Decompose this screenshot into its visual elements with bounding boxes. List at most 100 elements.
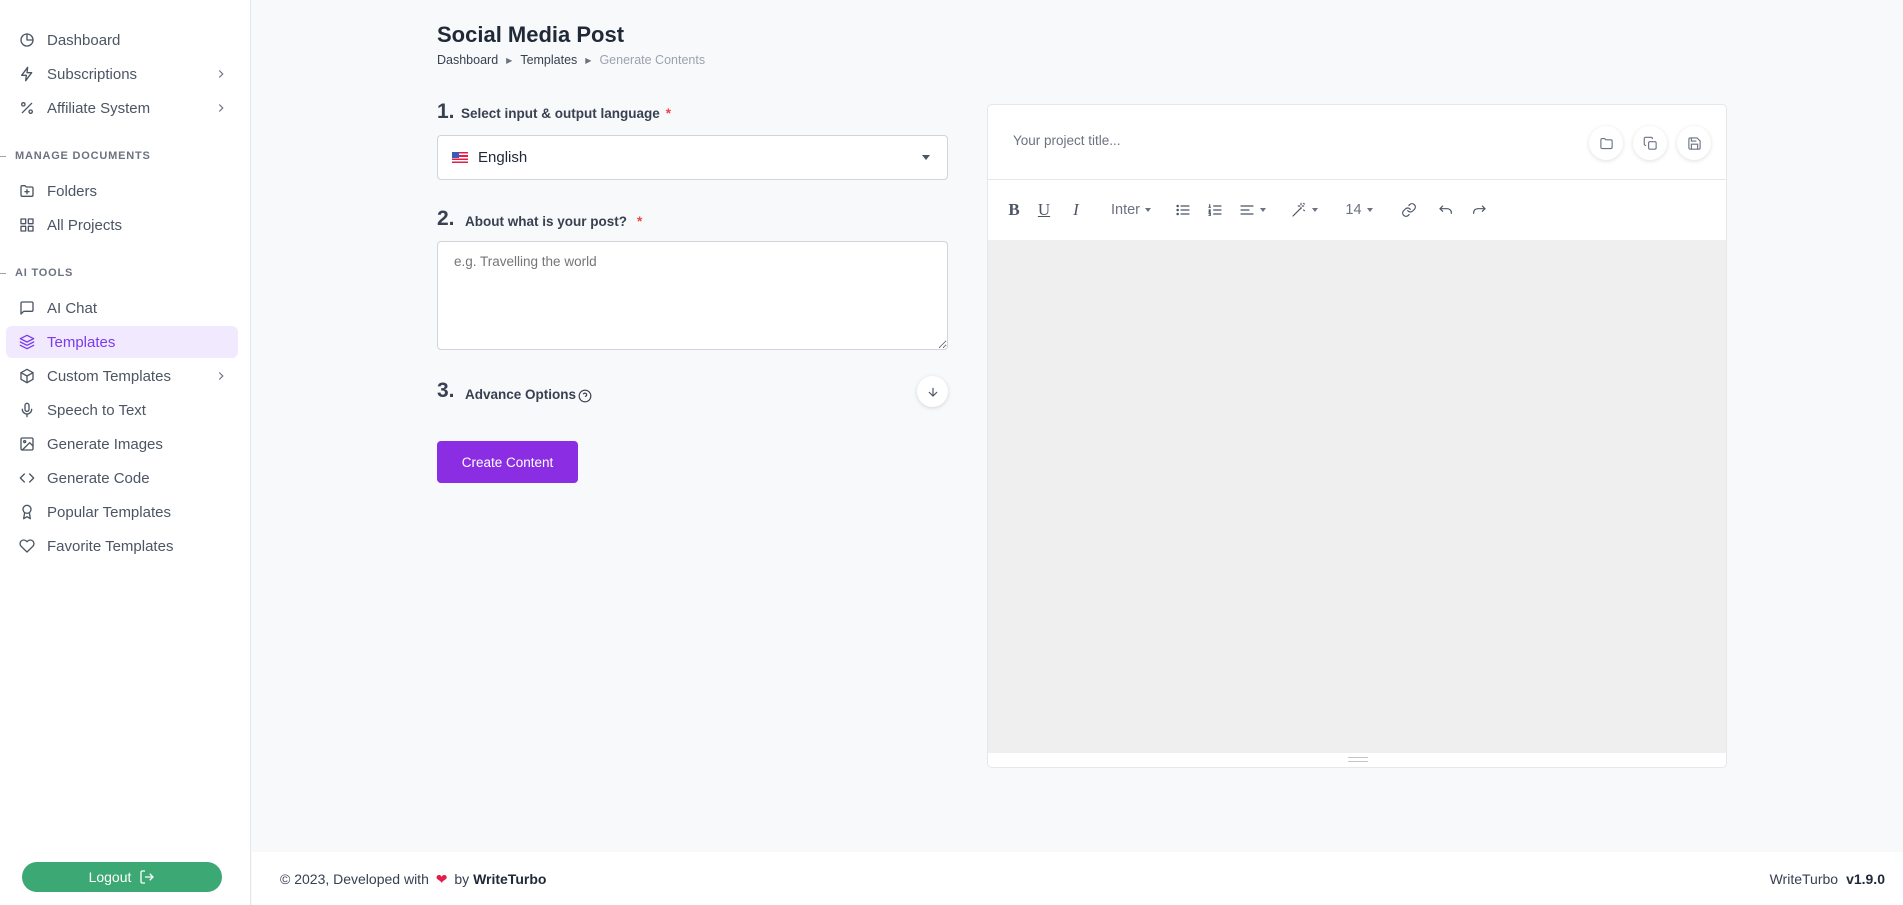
folder-plus-icon [18, 183, 35, 200]
required-marker: * [665, 106, 672, 121]
sidebar-item-label: Folders [47, 182, 98, 200]
copy-icon [1643, 136, 1657, 150]
sidebar-item-dashboard[interactable]: Dashboard [6, 24, 238, 56]
copy-button[interactable] [1633, 126, 1667, 160]
sidebar-item-label: Dashboard [47, 31, 121, 49]
font-size-dropdown[interactable]: 14 [1344, 200, 1374, 220]
sidebar-item-folders[interactable]: Folders [6, 175, 238, 207]
chart-pie-icon [18, 32, 35, 49]
sidebar-item-label: Templates [47, 333, 116, 351]
sidebar-item-label: Popular Templates [47, 503, 171, 521]
sidebar-item-label: Favorite Templates [47, 537, 174, 555]
caret-right-icon: ▶ [585, 55, 592, 65]
chevron-right-icon [214, 101, 228, 115]
breadcrumb-item-templates[interactable]: Templates [520, 53, 577, 67]
heart-icon: ❤ [435, 871, 448, 887]
logout-button[interactable]: Logout [22, 862, 222, 892]
footer-copyright: © 2023, Developed with ❤ by WriteTurbo [280, 871, 546, 888]
underline-button[interactable]: U [1036, 200, 1052, 220]
step-1-label: Select input & output language * [461, 106, 671, 121]
sidebar-item-affiliate-system[interactable]: Affiliate System [6, 92, 238, 124]
sidebar-item-label: Speech to Text [47, 401, 146, 419]
link-icon [1402, 203, 1416, 217]
logout-icon [140, 870, 155, 884]
post-topic-textarea[interactable] [437, 241, 948, 350]
editor-content-area[interactable] [988, 240, 1726, 753]
brand-link[interactable]: WriteTurbo [473, 871, 546, 887]
link-button[interactable] [1400, 200, 1418, 220]
chat-icon [18, 300, 35, 317]
step-2-label: About what is your post? * [465, 214, 642, 229]
sidebar-item-ai-chat[interactable]: AI Chat [6, 292, 238, 324]
advanced-options-toggle[interactable] [917, 376, 948, 407]
font-size-value: 14 [1345, 202, 1362, 218]
mic-icon [18, 402, 35, 419]
redo-icon [1473, 205, 1486, 214]
sidebar-item-generate-code[interactable]: Generate Code [6, 462, 238, 494]
font-family-dropdown[interactable]: Inter [1106, 200, 1156, 220]
heart-icon [18, 538, 35, 555]
save-button[interactable] [1677, 126, 1711, 160]
align-left-icon [1239, 205, 1254, 215]
create-content-button[interactable]: Create Content [437, 441, 578, 483]
content-editor: Your project title... B U I Inter 14 [987, 104, 1727, 768]
sidebar-item-popular-templates[interactable]: Popular Templates [6, 496, 238, 528]
step-3-number: 3. [437, 379, 455, 402]
undo-button[interactable] [1437, 200, 1455, 220]
folder-button[interactable] [1589, 126, 1623, 160]
save-icon [1687, 136, 1701, 150]
section-label-manage-documents: MANAGE DOCUMENTS [15, 150, 151, 162]
redo-button[interactable] [1470, 200, 1488, 220]
footer-version: WriteTurbo v1.9.0 [1770, 871, 1885, 887]
step-3-label: Advance Options [465, 387, 577, 402]
resize-handle[interactable] [1348, 757, 1368, 762]
sidebar-item-label: Generate Code [47, 469, 150, 487]
caret-down-icon [1259, 208, 1266, 212]
folder-icon [1599, 137, 1613, 149]
underline-label: U [1037, 200, 1051, 219]
caret-down-icon [1311, 208, 1318, 212]
ai-magic-dropdown[interactable] [1288, 200, 1320, 220]
numbered-list-icon [1208, 204, 1222, 216]
numbered-list-button[interactable] [1206, 200, 1224, 220]
sidebar-item-templates[interactable]: Templates [6, 326, 238, 358]
caret-down-icon [922, 155, 930, 160]
sidebar-item-all-projects[interactable]: All Projects [6, 209, 238, 241]
bullet-list-button[interactable] [1174, 200, 1192, 220]
section-label-ai-tools: AI TOOLS [15, 267, 74, 279]
box-icon [18, 368, 35, 385]
step-2-number: 2. [437, 207, 455, 230]
bold-label: B [1008, 200, 1020, 219]
section-divider [0, 273, 6, 274]
caret-down-icon [1366, 208, 1373, 212]
help-circle-icon[interactable] [578, 389, 592, 403]
sidebar: Dashboard Subscriptions Affiliate System… [0, 0, 251, 905]
image-icon [18, 436, 35, 453]
magic-wand-icon [1291, 202, 1305, 217]
bold-button[interactable]: B [1006, 200, 1022, 220]
sidebar-item-speech-to-text[interactable]: Speech to Text [6, 394, 238, 426]
chevron-right-icon [214, 369, 228, 383]
sidebar-item-label: AI Chat [47, 299, 98, 317]
arrow-down-icon [928, 387, 937, 397]
required-marker: * [637, 214, 643, 229]
sidebar-item-generate-images[interactable]: Generate Images [6, 428, 238, 460]
sidebar-item-custom-templates[interactable]: Custom Templates [6, 360, 238, 392]
language-select[interactable]: English [437, 135, 948, 180]
editor-toolbar: B U I Inter 14 [988, 180, 1726, 240]
undo-icon [1439, 205, 1452, 214]
step-2-label-text: About what is your post? [465, 214, 627, 229]
breadcrumb-item-dashboard[interactable]: Dashboard [437, 53, 498, 67]
sidebar-item-subscriptions[interactable]: Subscriptions [6, 58, 238, 90]
grid-icon [18, 217, 35, 234]
project-title-input[interactable]: Your project title... [1013, 133, 1121, 148]
sidebar-item-label: Generate Images [47, 435, 163, 453]
layers-icon [18, 334, 35, 351]
align-dropdown[interactable] [1237, 200, 1267, 220]
sidebar-item-favorite-templates[interactable]: Favorite Templates [6, 530, 238, 562]
step-1-label-text: Select input & output language [461, 106, 660, 121]
italic-button[interactable]: I [1068, 200, 1084, 220]
footer: © 2023, Developed with ❤ by WriteTurbo W… [252, 852, 1903, 905]
sidebar-item-label: Custom Templates [47, 367, 171, 385]
chevron-right-icon [214, 67, 228, 81]
